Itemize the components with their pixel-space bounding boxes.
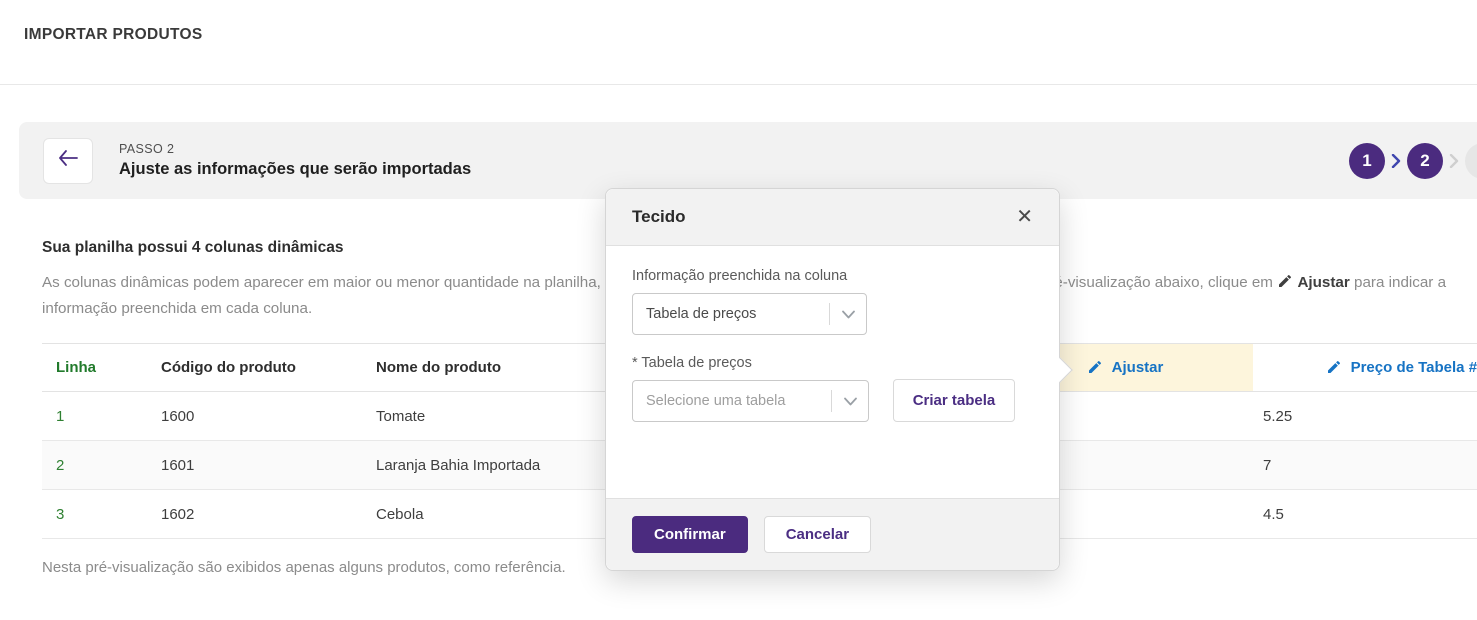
step-1-circle[interactable]: 1: [1349, 143, 1385, 179]
modal-body: Informação preenchida na coluna Tabela d…: [606, 246, 1059, 498]
step-2-circle[interactable]: 2: [1407, 143, 1443, 179]
step-meta: PASSO 2 Ajuste as informações que serão …: [119, 142, 471, 179]
price-table-select-placeholder: Selecione uma tabela: [633, 393, 831, 409]
back-button[interactable]: [43, 138, 93, 184]
cell-codigo: 1602: [147, 490, 362, 539]
step-title: Ajuste as informações que serão importad…: [119, 160, 471, 179]
intro-text-line2: informação preenchida em cada coluna.: [42, 300, 312, 317]
column-header-preco[interactable]: Preço de Tabela #1: [1253, 344, 1477, 392]
cell-linha: 3: [42, 490, 147, 539]
header-divider: [0, 84, 1477, 85]
cell-preco: 4.5: [1253, 490, 1477, 539]
step-label: PASSO 2: [119, 142, 471, 156]
column-info-select[interactable]: Tabela de preços: [632, 293, 867, 335]
column-info-select-value: Tabela de preços: [633, 306, 829, 322]
modal-footer: Confirmar Cancelar: [606, 498, 1059, 570]
modal-header: Tecido ✕: [606, 189, 1059, 246]
cell-linha: 2: [42, 441, 147, 490]
chevron-right-icon: [1391, 154, 1401, 168]
arrow-left-icon: [58, 149, 78, 172]
column-config-modal: Tecido ✕ Informação preenchida na coluna…: [605, 188, 1060, 571]
create-table-button[interactable]: Criar tabela: [893, 379, 1015, 422]
confirm-button[interactable]: Confirmar: [632, 516, 748, 553]
price-table-select[interactable]: Selecione uma tabela: [632, 380, 869, 422]
ajustar-column-link[interactable]: Ajustar: [1087, 359, 1164, 377]
field1-label: Informação preenchida na coluna: [632, 268, 1033, 284]
cell-codigo: 1601: [147, 441, 362, 490]
intro-ajustar-label: Ajustar: [1297, 274, 1349, 291]
edit-pencil-icon: [1326, 359, 1342, 377]
field2-label: * Tabela de preços: [632, 355, 1033, 371]
column-header-linha: Linha: [42, 344, 147, 392]
modal-title: Tecido: [632, 207, 686, 227]
edit-pencil-icon: [1277, 274, 1297, 291]
step-3-circle[interactable]: 3: [1465, 143, 1477, 179]
ajustar-column-label: Ajustar: [1112, 359, 1164, 376]
chevron-right-icon: [1449, 154, 1459, 168]
cell-linha: 1: [42, 392, 147, 441]
edit-pencil-icon: [1087, 359, 1103, 377]
preco-column-label: Preço de Tabela #1: [1351, 359, 1477, 376]
page-header: IMPORTAR PRODUTOS: [0, 0, 1477, 84]
preco-column-link[interactable]: Preço de Tabela #1: [1326, 359, 1477, 377]
table-select-row: Selecione uma tabela Criar tabela: [632, 371, 1033, 422]
cancel-button[interactable]: Cancelar: [764, 516, 871, 553]
column-header-codigo: Código do produto: [147, 344, 362, 392]
intro-text-after: para indicar a: [1354, 274, 1446, 291]
close-icon[interactable]: ✕: [1016, 207, 1033, 227]
chevron-down-icon: [830, 310, 866, 319]
cell-preco: 5.25: [1253, 392, 1477, 441]
page-title: IMPORTAR PRODUTOS: [24, 26, 1477, 44]
chevron-down-icon: [832, 397, 868, 406]
stepper: 1 2 3: [1349, 143, 1477, 179]
cell-preco: 7: [1253, 441, 1477, 490]
cell-codigo: 1600: [147, 392, 362, 441]
